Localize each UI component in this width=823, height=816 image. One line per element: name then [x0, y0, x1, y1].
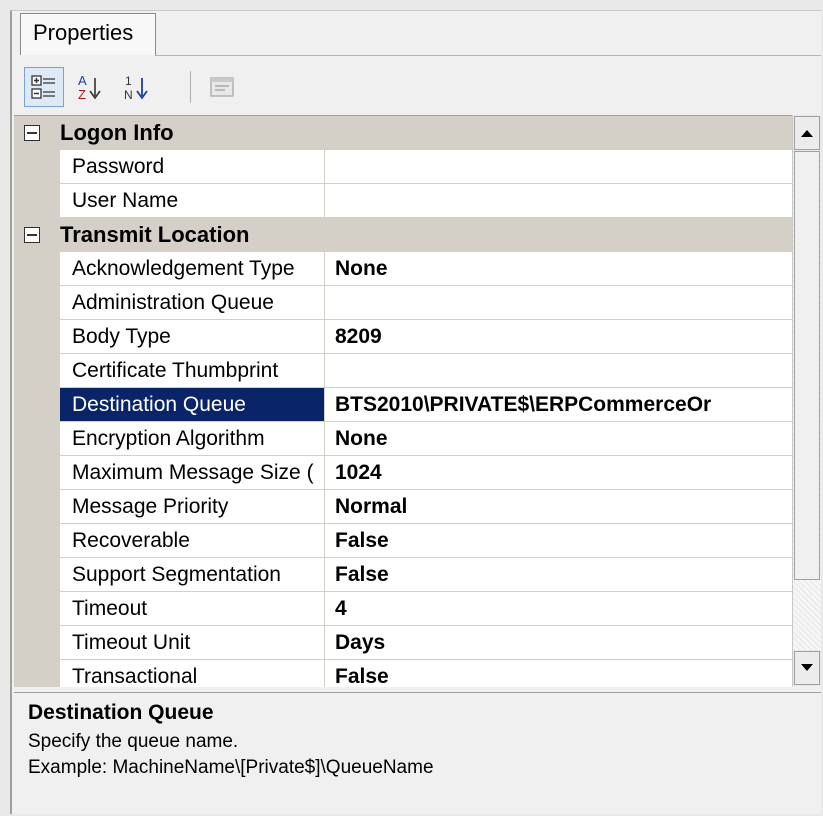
- property-value[interactable]: None: [325, 252, 792, 286]
- property-value[interactable]: [325, 184, 792, 218]
- category-label: Logon Info: [60, 120, 174, 145]
- property-row-support-segmentation[interactable]: Support Segmentation False: [14, 558, 792, 592]
- sort-numeric-icon: 1 N: [124, 74, 148, 102]
- property-value[interactable]: 4: [325, 592, 792, 626]
- property-value[interactable]: [325, 286, 792, 320]
- property-row-encryption-algorithm[interactable]: Encryption Algorithm None: [14, 422, 792, 456]
- property-row-administration-queue[interactable]: Administration Queue: [14, 286, 792, 320]
- sort-numeric-top: 1: [125, 74, 132, 88]
- property-row-transactional[interactable]: Transactional False: [14, 660, 792, 687]
- property-name: Recoverable: [60, 524, 325, 558]
- property-name: Administration Queue: [60, 286, 325, 320]
- property-name: Timeout: [60, 592, 325, 626]
- property-value[interactable]: False: [325, 660, 792, 688]
- property-row-user-name[interactable]: User Name: [14, 184, 792, 218]
- property-name: Timeout Unit: [60, 626, 325, 660]
- description-line: Specify the queue name.: [28, 731, 239, 752]
- property-name: Password: [60, 150, 325, 184]
- property-name: Message Priority: [60, 490, 325, 524]
- description-pane: Destination Queue Specify the queue name…: [14, 692, 821, 812]
- property-value[interactable]: False: [325, 524, 792, 558]
- collapse-icon[interactable]: [24, 227, 40, 243]
- property-name: Body Type: [60, 320, 325, 354]
- property-row-acknowledgement-type[interactable]: Acknowledgement Type None: [14, 252, 792, 286]
- tab-strip-line: [155, 55, 821, 56]
- property-name: Transactional: [60, 660, 325, 687]
- property-pages-icon: [210, 77, 234, 97]
- property-value[interactable]: Normal: [325, 490, 792, 524]
- property-row-message-priority[interactable]: Message Priority Normal: [14, 490, 792, 524]
- sort-numeric-button[interactable]: 1 N: [116, 67, 156, 107]
- property-name: Destination Queue: [60, 388, 325, 422]
- scroll-up-button[interactable]: [794, 116, 820, 150]
- property-value[interactable]: Days: [325, 626, 792, 660]
- sort-az-bottom: Z: [78, 87, 86, 102]
- description-line: Example: MachineName\[Private$]\QueueNam…: [28, 757, 434, 778]
- sort-alphabetical-icon: A Z: [78, 73, 101, 102]
- arrow-up-icon: [801, 130, 813, 137]
- properties-toolbar: A Z 1 N: [14, 59, 821, 115]
- property-value[interactable]: 1024: [325, 456, 792, 490]
- category-label: Transmit Location: [60, 222, 250, 247]
- property-row-recoverable[interactable]: Recoverable False: [14, 524, 792, 558]
- scrollbar-thumb[interactable]: [794, 151, 820, 580]
- property-name: Certificate Thumbprint: [60, 354, 325, 388]
- categorized-view-icon: [31, 75, 55, 99]
- description-title: Destination Queue: [28, 701, 214, 724]
- category-logon-info[interactable]: Logon Info: [14, 116, 792, 150]
- property-name: Encryption Algorithm: [60, 422, 325, 456]
- tab-properties[interactable]: Properties: [20, 13, 156, 55]
- scroll-down-button[interactable]: [794, 651, 820, 685]
- property-row-timeout-unit[interactable]: Timeout Unit Days: [14, 626, 792, 660]
- collapse-icon[interactable]: [24, 125, 40, 141]
- categorized-button[interactable]: [24, 67, 64, 107]
- property-name: Acknowledgement Type: [60, 252, 325, 286]
- property-name: Maximum Message Size (: [60, 456, 325, 490]
- property-row-certificate-thumbprint[interactable]: Certificate Thumbprint: [14, 354, 792, 388]
- property-row-body-type[interactable]: Body Type 8209: [14, 320, 792, 354]
- property-value[interactable]: [325, 354, 792, 388]
- property-row-destination-queue[interactable]: Destination Queue BTS2010\PRIVATE$\ERPCo…: [14, 388, 792, 422]
- arrow-down-icon: [801, 664, 813, 671]
- property-pages-button[interactable]: [202, 67, 242, 107]
- tab-properties-label: Properties: [33, 20, 134, 45]
- property-grid: Logon Info Password User Name Transmit L…: [14, 115, 792, 687]
- property-name: User Name: [60, 184, 325, 218]
- toolbar-separator: [190, 71, 191, 103]
- category-transmit-location[interactable]: Transmit Location: [14, 218, 792, 252]
- property-value[interactable]: 8209: [325, 320, 792, 354]
- sort-alphabetical-button[interactable]: A Z: [70, 67, 110, 107]
- sort-numeric-bottom: N: [124, 88, 133, 102]
- grid-scrollbar[interactable]: [792, 115, 821, 686]
- property-row-timeout[interactable]: Timeout 4: [14, 592, 792, 626]
- property-row-maximum-message-size[interactable]: Maximum Message Size ( 1024: [14, 456, 792, 490]
- property-value[interactable]: [325, 150, 792, 184]
- property-value[interactable]: None: [325, 422, 792, 456]
- sort-az-top: A: [78, 73, 87, 88]
- property-row-password[interactable]: Password: [14, 150, 792, 184]
- properties-window: Properties A Z 1 N Logon Info Password U…: [10, 10, 821, 814]
- property-value[interactable]: False: [325, 558, 792, 592]
- property-value[interactable]: BTS2010\PRIVATE$\ERPCommerceOr: [325, 388, 792, 422]
- property-name: Support Segmentation: [60, 558, 325, 592]
